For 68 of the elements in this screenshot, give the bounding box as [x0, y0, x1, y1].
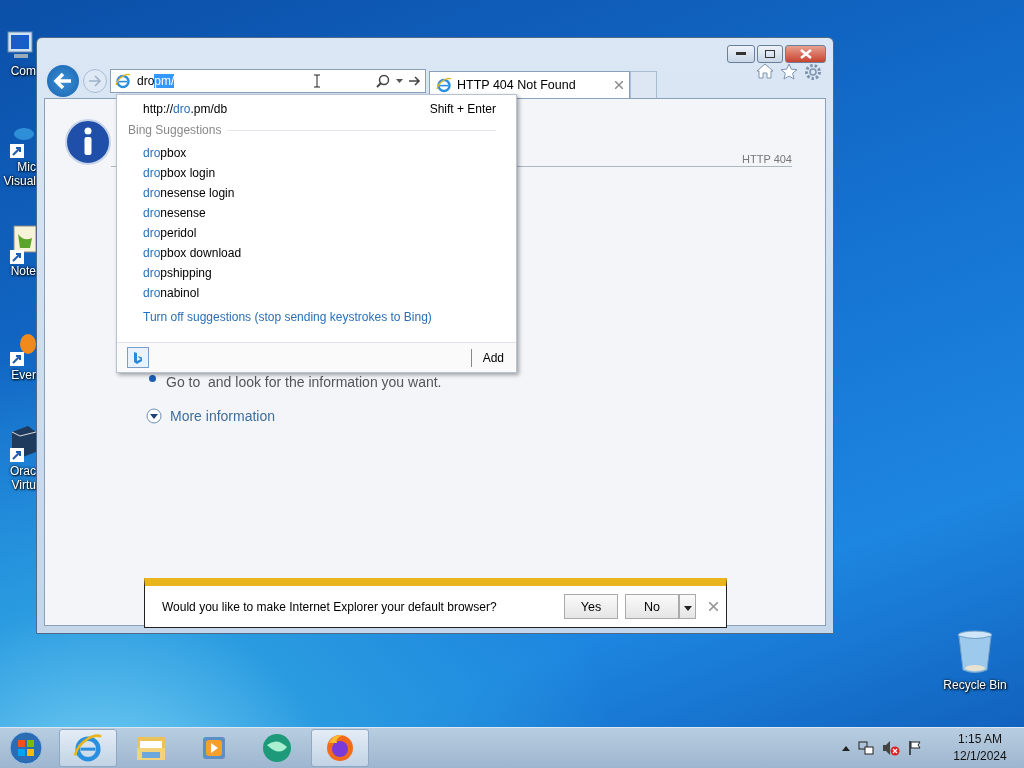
recycle-bin-icon[interactable]	[957, 630, 993, 674]
more-information-link[interactable]: More information	[146, 408, 276, 424]
taskbar-app-button[interactable]	[59, 729, 117, 767]
error-code: HTTP 404	[742, 153, 792, 166]
desktop-icon-label[interactable]: Com	[10, 64, 36, 78]
instruction-text: Go to and look for the information you want.	[166, 374, 442, 390]
go-arrow-icon[interactable]	[409, 75, 421, 86]
notification-message: Would you like to make Internet Explorer your default browser?	[162, 599, 498, 614]
close-button[interactable]	[785, 45, 826, 63]
settings-icon[interactable]	[804, 63, 822, 81]
search-suggestion[interactable]: dronesense login	[117, 183, 516, 203]
url-suggestion[interactable]: http://dro.pm/db	[143, 102, 228, 116]
browser-tab[interactable]: HTTP 404 Not Found	[429, 71, 630, 98]
desktop-icon-label[interactable]: Note	[10, 264, 36, 278]
dropdown-button[interactable]	[679, 594, 696, 619]
address-bar[interactable]: dropm/	[110, 68, 426, 93]
minimize-button[interactable]	[727, 45, 755, 63]
firefox-icon	[325, 733, 355, 763]
clock[interactable]: 1:15 AM 12/1/2024	[944, 731, 1016, 765]
search-suggestion[interactable]: dronabinol	[117, 283, 516, 303]
caret-icon	[683, 605, 692, 611]
search-suggestion[interactable]: dronesense	[117, 203, 516, 223]
search-suggestion[interactable]: droperidol	[117, 223, 516, 243]
volume-muted-icon[interactable]	[882, 740, 900, 756]
arrow-right-icon	[88, 74, 102, 87]
section-heading: Bing Suggestions	[128, 123, 222, 137]
desktop-icon-label[interactable]: Orac	[10, 464, 36, 478]
close-button[interactable]	[709, 602, 718, 611]
desktop-icon-label[interactable]: Mic	[17, 160, 36, 174]
bullet-icon	[149, 374, 156, 382]
internet-explorer-icon	[436, 77, 452, 93]
close-icon	[799, 49, 812, 59]
add-button[interactable]: Add	[470, 348, 506, 367]
sphere-icon	[261, 733, 293, 763]
close-icon[interactable]	[615, 81, 623, 89]
desktop-icon-label[interactable]: Virtu	[11, 478, 36, 492]
desktop-icon-label[interactable]: Ever	[11, 368, 36, 382]
desktop-icon-label[interactable]: Recycle Bin	[943, 678, 1007, 692]
star-icon[interactable]	[780, 63, 798, 80]
search-suggestion[interactable]: dropbox download	[117, 243, 516, 263]
search-suggestion[interactable]: dropshipping	[117, 263, 516, 283]
minimize-icon	[736, 52, 746, 56]
arrow-left-icon	[53, 71, 73, 90]
address-text: dropm/	[137, 73, 175, 88]
desktop-icon-label[interactable]: Visual	[3, 174, 36, 188]
media-player-icon	[201, 735, 227, 761]
internet-explorer-icon	[115, 72, 131, 89]
turn-off-suggestions-link[interactable]: Turn off suggestions (stop sending keystrokes to Bing)	[117, 310, 516, 324]
shortcut-hint: Shift + Enter	[429, 102, 496, 116]
info-icon	[65, 119, 111, 165]
search-suggestion[interactable]: dropbox login	[117, 163, 516, 183]
network-icon[interactable]	[858, 740, 874, 756]
flag-icon[interactable]	[908, 740, 922, 756]
search-provider-button[interactable]	[127, 347, 149, 368]
maximize-icon	[765, 50, 775, 58]
search-icon[interactable]	[376, 73, 390, 88]
internet-explorer-icon	[73, 733, 103, 763]
text-cursor-icon	[314, 73, 320, 88]
yes-button[interactable]: Yes	[564, 594, 618, 619]
no-button[interactable]: No	[625, 594, 679, 619]
folder-icon	[136, 734, 166, 762]
search-suggestion[interactable]: dropbox	[117, 143, 516, 163]
caret-icon[interactable]	[842, 745, 850, 751]
maximize-button[interactable]	[757, 45, 783, 63]
letter-b-logo	[133, 350, 143, 365]
caret-icon[interactable]	[396, 78, 403, 83]
start-button[interactable]	[6, 728, 46, 768]
taskbar-app-button[interactable]	[311, 729, 369, 767]
